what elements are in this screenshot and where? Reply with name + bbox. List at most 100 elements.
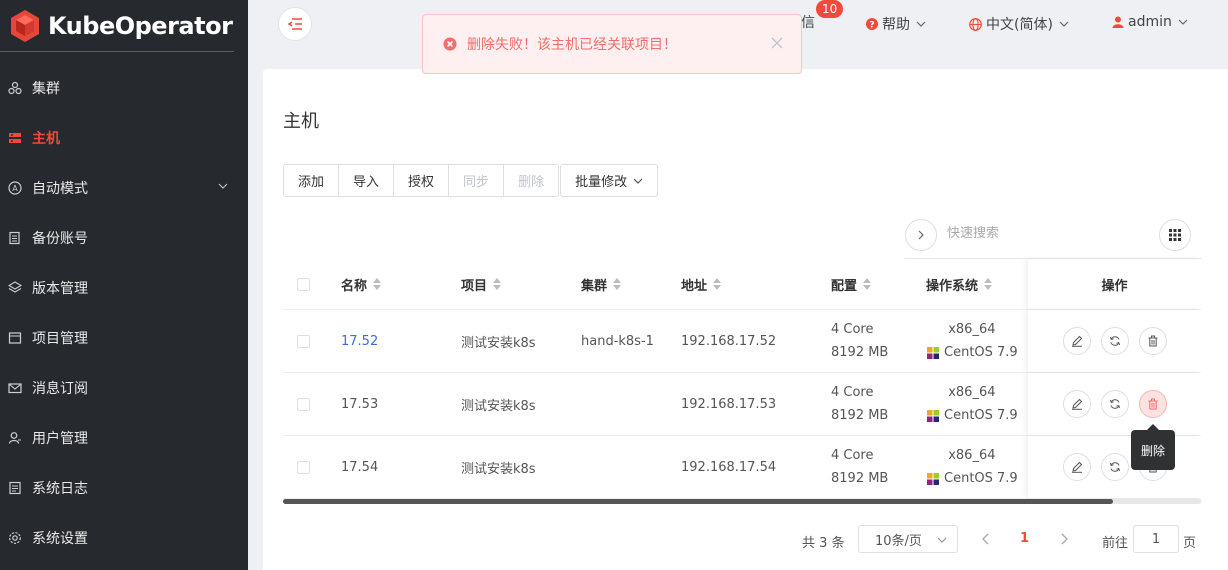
row-actions: [1028, 436, 1201, 498]
sidebar-collapse-button[interactable]: [278, 7, 312, 41]
delete-row-button[interactable]: [1138, 390, 1167, 418]
close-icon[interactable]: [771, 37, 783, 49]
column-header-label: 操作系统: [926, 278, 979, 294]
authorize-button[interactable]: 授权: [393, 164, 450, 197]
pagination: 共 3 条 10条/页 1 前往 页: [263, 525, 1228, 555]
page-number-current[interactable]: 1: [1020, 531, 1029, 546]
search-expand-button[interactable]: [905, 219, 937, 251]
refresh-button[interactable]: [1100, 390, 1129, 418]
select-all-checkbox[interactable]: [297, 277, 310, 291]
host-name-link[interactable]: 17.54: [341, 436, 378, 498]
column-header-actions: 操作: [1028, 259, 1201, 309]
user-icon: [1112, 16, 1124, 28]
chevron-down-icon: [1178, 17, 1188, 27]
host-config: 4 Core 8192 MB: [831, 310, 888, 372]
host-name-link[interactable]: 17.53: [341, 373, 378, 435]
search-input[interactable]: [947, 226, 1147, 241]
messages-link[interactable]: 信: [801, 12, 815, 32]
language-menu[interactable]: 中文(简体): [969, 14, 1069, 34]
sidebar-item-host[interactable]: 主机: [0, 113, 248, 163]
pagination-total: 共 3 条: [802, 536, 845, 551]
sidebar-item-version[interactable]: 版本管理: [0, 263, 248, 313]
sidebar-item-label: 系统设置: [32, 531, 88, 547]
edit-button[interactable]: [1062, 327, 1091, 355]
sidebar-item-project[interactable]: 项目管理: [0, 313, 248, 363]
error-alert: 删除失败！该主机已经关联项目！: [422, 14, 802, 74]
column-header-name[interactable]: 名称: [341, 259, 382, 309]
sidebar-item-log[interactable]: 系统日志: [0, 463, 248, 513]
horizontal-scrollbar[interactable]: [283, 499, 1113, 504]
centos-logo-icon: [927, 472, 939, 485]
host-cluster: hand-k8s-1: [581, 333, 654, 349]
language-label: 中文(简体): [986, 17, 1053, 33]
sidebar-item-auto-mode[interactable]: A 自动模式: [0, 163, 248, 213]
page-size-select[interactable]: 10条/页: [858, 525, 958, 553]
chevron-down-icon: [1059, 19, 1069, 29]
refresh-button[interactable]: [1100, 327, 1129, 355]
import-button[interactable]: 导入: [338, 164, 395, 197]
app-logo[interactable]: KubeOperator: [0, 0, 234, 52]
edit-button[interactable]: [1062, 453, 1091, 481]
row-select-cell: [297, 436, 310, 498]
batch-edit-button[interactable]: 批量修改: [560, 164, 659, 197]
page-title: 主机: [283, 111, 319, 132]
delete-button[interactable]: 删除: [503, 164, 560, 197]
delete-row-button[interactable]: [1138, 327, 1167, 355]
sidebar-item-label: 集群: [32, 81, 60, 97]
version-icon: [8, 281, 22, 295]
sync-button[interactable]: 同步: [448, 164, 505, 197]
prev-page-button[interactable]: [981, 533, 991, 545]
host-memory: 8192 MB: [831, 345, 889, 360]
add-button[interactable]: 添加: [283, 164, 340, 197]
host-project: 测试安装k8s: [461, 398, 536, 414]
sidebar-item-user[interactable]: 用户管理: [0, 413, 248, 463]
sort-icon: [713, 278, 722, 290]
help-menu[interactable]: ? 帮助: [866, 14, 926, 34]
goto-page-input[interactable]: [1133, 525, 1179, 553]
host-os-name: CentOS 7.9: [944, 345, 1018, 360]
column-settings-button[interactable]: [1159, 219, 1191, 251]
row-select-cell: [297, 373, 310, 435]
edit-button[interactable]: [1062, 390, 1091, 418]
host-os-name: CentOS 7.9: [944, 408, 1018, 423]
user-menu[interactable]: admin: [1112, 14, 1188, 30]
row-checkbox[interactable]: [297, 397, 310, 411]
refresh-icon: [1109, 399, 1120, 409]
goto-label: 前往: [1102, 536, 1129, 551]
host-address: 192.168.17.52: [681, 333, 777, 349]
sidebar-nav: 集群 主机 A 自动模式 备份账号 版本管理 项目管理 消息订阅 用户管理 系统…: [0, 63, 248, 563]
help-label: 帮助: [882, 17, 910, 33]
host-config: 4 Core 8192 MB: [831, 373, 888, 435]
row-select-cell: [297, 310, 310, 372]
next-page-button[interactable]: [1059, 533, 1069, 545]
column-header-project[interactable]: 项目: [461, 259, 502, 309]
project-icon: [8, 331, 22, 345]
row-checkbox[interactable]: [297, 460, 310, 474]
host-memory: 8192 MB: [831, 471, 889, 486]
sidebar-item-settings[interactable]: 系统设置: [0, 513, 248, 563]
refresh-button[interactable]: [1100, 453, 1129, 481]
row-checkbox[interactable]: [297, 334, 310, 348]
column-header-os[interactable]: 操作系统: [926, 259, 993, 309]
host-os-name: CentOS 7.9: [944, 471, 1018, 486]
column-header-address[interactable]: 地址: [681, 259, 722, 309]
sidebar-item-label: 主机: [32, 131, 60, 147]
sidebar-item-message[interactable]: 消息订阅: [0, 363, 248, 413]
host-os-name-wrap: CentOS 7.9: [926, 404, 1018, 427]
sidebar-item-label: 消息订阅: [32, 381, 88, 397]
host-name-link[interactable]: 17.52: [341, 310, 378, 372]
column-header-label: 名称: [341, 278, 368, 294]
column-header-config[interactable]: 配置: [831, 259, 872, 309]
svg-text:?: ?: [869, 21, 874, 31]
select-all-cell: [297, 259, 310, 309]
column-header-label: 地址: [681, 278, 708, 294]
app-name: KubeOperator: [48, 11, 233, 40]
host-cpu: 4 Core: [831, 385, 874, 400]
centos-logo-icon: [927, 409, 939, 422]
sidebar-item-backup[interactable]: 备份账号: [0, 213, 248, 263]
column-header-cluster[interactable]: 集群: [581, 259, 622, 309]
sidebar-item-cluster[interactable]: 集群: [0, 63, 248, 113]
help-icon: ?: [866, 18, 878, 30]
host-address: 192.168.17.54: [681, 459, 777, 475]
sidebar: KubeOperator 集群 主机 A 自动模式 备份账号 版本管理 项目管理…: [0, 0, 248, 570]
